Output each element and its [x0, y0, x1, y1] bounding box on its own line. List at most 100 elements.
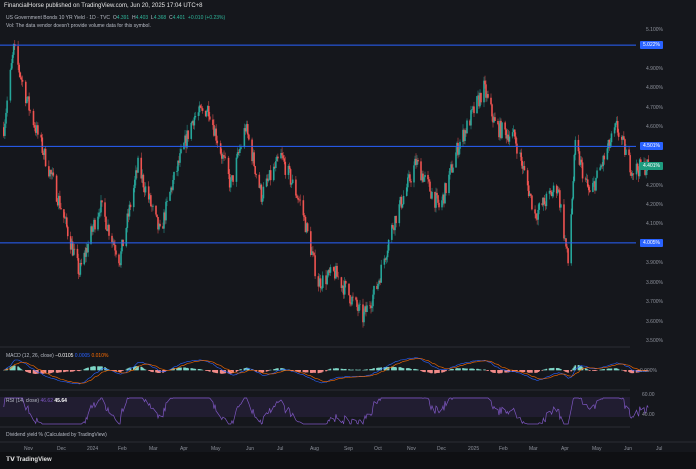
candle-body [159, 223, 161, 227]
candle-body [173, 171, 175, 180]
macd-histogram-bar [52, 370, 55, 373]
candle-body [592, 182, 594, 192]
candle-body [66, 217, 68, 227]
candle-body [586, 179, 589, 187]
candle-body [239, 148, 241, 154]
candle-body [40, 134, 42, 138]
macd-histogram-bar [299, 370, 301, 372]
candle-body [413, 165, 415, 183]
symbol-legend[interactable]: US Government Bonds 10 YR Yield · 1D · T… [6, 15, 225, 21]
candle-body [99, 212, 101, 213]
candle-body [314, 255, 316, 277]
candle-body [326, 275, 328, 285]
macd-histogram-bar [262, 370, 265, 373]
macd-histogram-bar [560, 369, 562, 371]
candle-body [254, 166, 256, 175]
dividend-yield-legend: Dividend yield % (Calculated by TradingV… [6, 432, 107, 438]
candle-body [6, 100, 8, 113]
candle-body [359, 304, 361, 306]
x-tick-label: 2024 [87, 446, 99, 452]
candle-body [570, 214, 572, 264]
candle-body [150, 195, 152, 207]
macd-histogram-bar [194, 368, 197, 371]
macd-histogram-bar [494, 370, 496, 373]
macd-histogram-bar [523, 370, 526, 373]
candle-body [165, 201, 167, 221]
candle-body [530, 193, 532, 196]
candle-body [114, 244, 116, 251]
candle-body [625, 149, 627, 155]
candle-body [302, 200, 305, 216]
candle-body [296, 195, 298, 198]
rsi-value: 45.64 [54, 398, 67, 404]
x-tick-label: Oct [374, 446, 382, 452]
candle-body [409, 174, 411, 182]
candle-body [455, 152, 457, 168]
macd-histogram-bar [625, 370, 627, 372]
macd-histogram-bar [466, 368, 468, 371]
high-value: 4.403 [135, 15, 149, 21]
candle-body [108, 224, 110, 236]
candle-body [490, 97, 492, 105]
macd-histogram-bar [366, 369, 368, 371]
candle-body [551, 192, 554, 197]
candle-body [534, 209, 536, 214]
x-tick-label: Sep [344, 446, 353, 452]
candle-body [60, 208, 62, 210]
candle-body [438, 202, 440, 208]
candle-body [17, 46, 19, 65]
macd-histogram-bar [552, 367, 555, 371]
macd-histogram-bar [337, 368, 339, 371]
footer-bar [0, 452, 696, 469]
macd-histogram-bar [152, 370, 154, 373]
candle-body [26, 99, 28, 103]
candle-body [21, 79, 24, 82]
macd-signal-value: 0.0005 [74, 353, 91, 359]
candle-body [169, 191, 171, 201]
symbol-name: US Government Bonds 10 YR Yield · 1D · T… [6, 15, 111, 21]
candle-body [401, 204, 404, 208]
candle-body [398, 204, 401, 224]
candle-body [59, 195, 61, 209]
candle-body [427, 174, 429, 180]
macd-histogram-bar [240, 369, 242, 371]
tradingview-chart: FinancialHorse published on TradingView.… [0, 0, 696, 469]
candle-body [501, 122, 503, 139]
x-tick-label: Nov [407, 446, 416, 452]
candle-body [111, 235, 113, 243]
candle-body [358, 304, 360, 312]
candle-body [484, 80, 486, 85]
candle-body [18, 64, 20, 73]
candle-body [332, 267, 335, 271]
level-price-label: 4.501% [640, 142, 663, 151]
candle-body [452, 167, 454, 173]
candle-body [407, 177, 409, 188]
price-plot[interactable] [0, 0, 696, 469]
macd-histogram-bar [445, 370, 447, 372]
candle-body [37, 125, 39, 135]
macd-histogram-bar [60, 370, 62, 373]
candle-body [437, 195, 439, 203]
candle-body [371, 306, 373, 309]
candle-body [351, 296, 353, 305]
candle-body [295, 179, 297, 196]
volume-note: Vol: The data vendor doesn't provide vol… [6, 23, 151, 29]
macd-histogram-bar [589, 370, 591, 371]
candle-body [352, 296, 354, 298]
candle-body [571, 198, 574, 215]
candle-body [392, 225, 394, 228]
macd-histogram-bar [101, 366, 103, 371]
candle-body [349, 295, 351, 304]
candle-body [523, 166, 526, 171]
candle-body [246, 124, 249, 135]
low-value: 4.368 [153, 15, 167, 21]
macd-histogram-bar [66, 370, 69, 372]
candle-body [567, 248, 569, 264]
candle-body [531, 195, 533, 210]
candle-body [144, 186, 147, 193]
macd-histogram-bar [395, 367, 397, 371]
candle-body [599, 167, 601, 171]
candle-body [9, 69, 12, 101]
candle-body [543, 197, 546, 205]
candle-body [428, 179, 430, 182]
